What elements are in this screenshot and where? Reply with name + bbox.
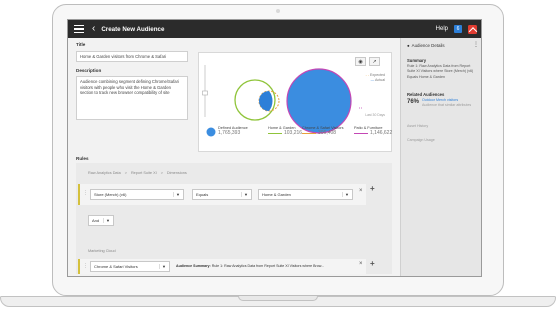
add-rule-icon[interactable]: + <box>370 259 375 268</box>
back-chevron-icon[interactable]: ‹ <box>92 24 95 34</box>
chrome-safari-stat: Chrome & Safari Visitors 306,408 <box>302 126 344 136</box>
chrome-safari-value: 306,408 <box>318 130 337 136</box>
breadcrumb-separator: > <box>160 171 163 175</box>
main-content: Title Home & Garden visitors from Chrome… <box>76 42 392 274</box>
audience-details-panel: ● Audience Details ⋮ Summary Rule 1: Raw… <box>400 38 481 276</box>
connector-value: And <box>92 218 100 223</box>
marketing-cloud-label: Marketing Cloud <box>88 249 116 253</box>
patio-furniture-value: 1,146,622 <box>370 130 393 136</box>
patio-furniture-circle <box>286 68 352 134</box>
chevron-down-icon: ▼ <box>173 192 180 197</box>
date-range-label: Last 30 Days <box>365 113 385 117</box>
chevron-down-icon: ▼ <box>159 264 166 269</box>
defined-audience-stat: Defined Audience 1,765,393 <box>218 126 248 136</box>
overlap-region <box>259 91 273 111</box>
dimension-select[interactable]: Store (Merch) (v6) ▼ <box>90 189 184 200</box>
venn-view-button[interactable]: ◉ <box>355 57 366 66</box>
defined-audience-value: 1,765,393 <box>218 130 241 136</box>
details-header: ● Audience Details <box>407 43 445 48</box>
breadcrumb: Raw Analytics Data > Report Suite XI > D… <box>88 171 187 175</box>
patio-furniture-stat: Patio & Furniture 1,146,622 <box>354 126 392 136</box>
trend-view-button[interactable]: ↗ <box>369 57 380 66</box>
summary-description: Rule 1: Raw Analytics Data from Report S… <box>407 64 474 79</box>
breadcrumb-separator: > <box>124 171 127 175</box>
chevron-down-icon: ▼ <box>241 192 248 197</box>
summary-text: Rule 1: Raw Analytics Data from Report S… <box>211 264 325 268</box>
page-title: Create New Audience <box>101 25 165 33</box>
value-select[interactable]: Home & Garden ▼ <box>258 189 353 200</box>
legend-expected: Expected <box>370 73 385 77</box>
related-percent: 76% <box>407 99 420 106</box>
value-text: Home & Garden <box>262 192 291 197</box>
home-garden-stat: Home & Garden 103,216 <box>268 126 302 136</box>
breadcrumb-dimensions[interactable]: Dimensions <box>167 171 187 175</box>
operator-value: Equals <box>196 192 209 197</box>
details-title: Audience Details <box>411 43 445 48</box>
rule-row-2: ⋮⋮ Chrome & Safari Visitors ▼ Audience Su… <box>78 259 366 274</box>
hamburger-menu-icon[interactable] <box>74 25 84 33</box>
camera-dot <box>276 9 280 13</box>
chevron-down-icon: ▼ <box>103 218 110 223</box>
more-options-icon[interactable]: ⋮ <box>473 41 479 48</box>
operator-select[interactable]: Equals ▼ <box>192 189 252 200</box>
venn-legend: - - Expected — Actual <box>365 73 385 83</box>
asset-history-link[interactable]: Asset History <box>407 124 479 129</box>
description-textarea[interactable]: Audience combining segment defining Chro… <box>76 76 188 120</box>
description-label: Description <box>76 68 102 73</box>
adobe-logo-icon <box>468 24 477 34</box>
connector-select[interactable]: And ▼ <box>88 215 114 226</box>
laptop-notch <box>238 296 318 301</box>
overlap-visualization: ◉ ↗ - - Expected — Actual Last 30 Days D… <box>198 52 392 152</box>
add-rule-icon[interactable]: + <box>370 184 375 193</box>
related-audience-subtitle: Audience that similar attributes <box>422 103 472 108</box>
related-audiences-section: Related Audiences 76% Outdoor Merch visi… <box>407 92 479 109</box>
breadcrumb-raw-data[interactable]: Raw Analytics Data <box>88 171 121 175</box>
app-screen: ‹ Create New Audience Help 6 Title Home … <box>67 19 482 277</box>
chevron-down-icon: ▼ <box>342 192 349 197</box>
segment-value: Chrome & Safari Visitors <box>94 264 138 269</box>
users-icon: ● <box>407 43 410 48</box>
slider-handle[interactable] <box>202 90 208 96</box>
dimension-value: Store (Merch) (v6) <box>94 192 127 197</box>
rule-row-1: ⋮⋮ Store (Merch) (v6) ▼ Equals ▼ Home & Ga… <box>78 184 366 205</box>
notification-badge[interactable]: 6 <box>454 25 462 33</box>
audience-summary: Audience Summary: Rule 1: Raw Analytics … <box>176 264 354 268</box>
title-input[interactable]: Home & Garden visitors from Chrome & Saf… <box>76 51 188 62</box>
rules-builder: Raw Analytics Data > Report Suite XI > D… <box>76 163 392 274</box>
title-label: Title <box>76 42 86 47</box>
remove-rule-icon[interactable]: × <box>359 261 363 267</box>
home-garden-value: 103,216 <box>284 130 303 136</box>
remove-rule-icon[interactable]: × <box>359 188 363 194</box>
summary-section: Summary Rule 1: Raw Analytics Data from … <box>407 58 479 80</box>
summary-label: Audience Summary: <box>176 264 211 268</box>
breadcrumb-report-suite[interactable]: Report Suite XI <box>131 171 157 175</box>
help-link[interactable]: Help <box>436 26 448 32</box>
legend-actual: Actual <box>375 78 385 83</box>
rules-label: Rules <box>76 156 89 161</box>
campaign-usage-link[interactable]: Campaign Usage <box>407 138 479 143</box>
top-bar: ‹ Create New Audience Help 6 <box>68 20 481 38</box>
audience-stats: Defined Audience 1,765,393 Home & Garden… <box>202 125 392 149</box>
segment-select[interactable]: Chrome & Safari Visitors ▼ <box>90 261 170 272</box>
